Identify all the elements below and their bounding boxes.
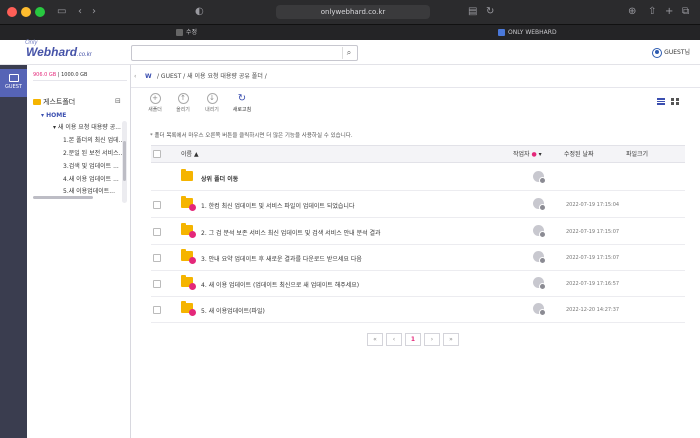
tab-favicon <box>176 29 183 36</box>
breadcrumb-path[interactable]: / GUEST / 새 이용 요청 대용량 공유 폴더 / <box>157 65 267 88</box>
new-tab-icon[interactable]: + <box>665 4 673 20</box>
reload-icon[interactable]: ↻ <box>486 4 494 20</box>
breadcrumb: ‹ W / GUEST / 새 이용 요청 대용량 공유 폴더 / <box>131 65 700 88</box>
tab-favicon <box>498 29 505 36</box>
search-input[interactable] <box>131 45 358 61</box>
search-icon[interactable]: ⌕ <box>342 47 355 59</box>
last-page-button[interactable]: » <box>443 333 459 346</box>
tree-item[interactable]: ▾ 새 이용 요청 대용량 공... <box>53 123 121 132</box>
tab-only-webhard[interactable]: ONLY WEBHARD <box>498 25 557 41</box>
address-bar[interactable]: onlywebhard.co.kr <box>276 5 430 19</box>
owner-avatar-icon <box>533 225 546 238</box>
download-button[interactable]: ↓ 내리기 <box>200 93 224 113</box>
refresh-button[interactable]: ↻ 새로고침 <box>230 93 254 113</box>
tree-item[interactable]: 3.검색 및 업데이트 ... <box>63 162 119 171</box>
quota-used: 906.0 GB <box>33 72 57 78</box>
avatar <box>652 47 663 58</box>
prev-page-button[interactable]: ‹ <box>386 333 402 346</box>
first-page-button[interactable]: « <box>367 333 383 346</box>
refresh-icon: ↻ <box>237 93 247 104</box>
row-checkbox[interactable] <box>153 228 161 236</box>
sidebar-vertical-scrollbar[interactable] <box>122 121 127 203</box>
upload-icon: ↑ <box>177 93 189 104</box>
download-icon[interactable]: ⊕ <box>628 4 636 20</box>
share-icon[interactable]: ⇧ <box>648 4 656 20</box>
forward-arrow-icon[interactable]: › <box>92 4 96 20</box>
shield-icon[interactable]: ◐ <box>195 4 204 20</box>
back-arrow-icon[interactable]: ‹ <box>78 4 82 20</box>
sidebar-horizontal-scrollbar[interactable] <box>33 196 93 199</box>
page-1-button[interactable]: 1 <box>405 333 421 346</box>
main-content: ‹ W / GUEST / 새 이용 요청 대용량 공유 폴더 / + 새폴더 … <box>131 65 700 438</box>
tree-item[interactable]: 2.문일 된 보전 서비스... <box>63 149 124 158</box>
tab-bar: 수정 ONLY WEBHARD <box>0 24 700 40</box>
quota-display: 906.0 GB | 1000.0 GB <box>33 69 127 81</box>
row-checkbox[interactable] <box>153 201 161 209</box>
owner-avatar-icon <box>533 277 546 290</box>
collapse-icon[interactable]: ⊟ <box>115 97 121 105</box>
list-view-icon[interactable] <box>657 98 665 105</box>
tree-item-home[interactable]: ▾ HOME <box>41 111 66 120</box>
table-row[interactable]: 3. 안내 요약 업데이트 후 새로운 결과를 다운로드 받으세요 다음 202… <box>151 245 685 271</box>
tab-overview-icon[interactable]: ⧉ <box>682 4 689 20</box>
owner-avatar-icon <box>533 198 546 211</box>
upload-button[interactable]: ↑ 올리기 <box>171 93 195 113</box>
select-all-checkbox[interactable] <box>153 150 161 158</box>
row-checkbox[interactable] <box>153 280 161 288</box>
lock-badge-icon <box>189 204 196 211</box>
close-window-button[interactable] <box>7 7 17 17</box>
file-table-header: 이름 ▲ 작업자 ● ▾ 수정된 날짜 파일크기 <box>151 145 685 163</box>
tree-item[interactable]: 4.새 이용 업데이트 ... <box>63 175 119 184</box>
folder-icon <box>33 99 41 105</box>
col-size[interactable]: 파일크기 <box>626 146 648 163</box>
grid-view-icon[interactable] <box>671 98 679 105</box>
folder-icon <box>181 169 193 181</box>
owner-avatar-icon <box>533 251 546 264</box>
col-owner[interactable]: 작업자 ● ▾ <box>513 146 542 163</box>
context-menu-notice: * 폴더 목록에서 마우스 오른쪽 버튼을 클릭하시면 더 많은 기능을 사용하… <box>150 133 353 139</box>
new-folder-button[interactable]: + 새폴더 <box>143 93 167 113</box>
zoom-window-button[interactable] <box>35 7 45 17</box>
browser-toolbar: ▭ ‹ › ◐ onlywebhard.co.kr ▤ ↻ ⊕ ⇧ + ⧉ <box>0 0 700 24</box>
download-icon: ↓ <box>206 93 218 104</box>
tab-edit[interactable]: 수정 <box>176 25 197 41</box>
col-date[interactable]: 수정된 날짜 <box>564 146 594 163</box>
row-checkbox[interactable] <box>153 254 161 262</box>
table-row[interactable]: 4. 새 이용 업데이트 (업데이트 최신으로 새 업데이트 해주세요) 202… <box>151 271 685 297</box>
collapse-sidebar-icon[interactable]: ‹ <box>134 65 136 88</box>
col-name[interactable]: 이름 ▲ <box>181 146 199 163</box>
user-menu[interactable]: GUEST님 <box>652 46 690 60</box>
rail-guest-button[interactable]: GUEST <box>0 69 27 97</box>
lock-badge-icon <box>189 257 196 264</box>
table-row[interactable]: 1. 한컴 최신 업데이트 및 서비스 파일이 업데이트 되었습니다 2022-… <box>151 192 685 218</box>
table-row-parent[interactable]: 상위 폴더 이동 <box>151 165 685 191</box>
browser-window: ▭ ‹ › ◐ onlywebhard.co.kr ▤ ↻ ⊕ ⇧ + ⧉ 수정… <box>0 0 700 438</box>
folder-sidebar: 906.0 GB | 1000.0 GB 게스트폴더 ⊟ ▾ HOME ▾ 새 … <box>27 65 131 438</box>
lock-badge-icon <box>189 231 196 238</box>
help-icon[interactable]: ● <box>531 151 536 158</box>
table-row[interactable]: 2. 그 검 분석 보존 서비스 최신 업데이트 및 검색 서비스 안내 분석 … <box>151 219 685 245</box>
tree-item[interactable]: 5.새 이용업데이트... <box>63 187 115 196</box>
folder-header[interactable]: 게스트폴더 <box>33 97 75 107</box>
folder-monitor-icon <box>8 74 19 82</box>
sidebar-toggle-icon[interactable]: ▭ <box>57 4 66 20</box>
quota-total: 1000.0 GB <box>61 72 88 78</box>
logo[interactable]: Only Webhard.co.kr <box>25 40 92 59</box>
tree-item[interactable]: 1.본 폴더의 최신 업데... <box>63 136 124 145</box>
next-page-button[interactable]: › <box>424 333 440 346</box>
owner-avatar-icon <box>533 303 546 316</box>
reader-icon[interactable]: ▤ <box>468 4 477 20</box>
left-rail: GUEST <box>0 65 27 438</box>
home-w-icon[interactable]: W <box>145 65 152 88</box>
owner-avatar-icon <box>533 171 546 184</box>
table-row[interactable]: 5. 새 이용업데이트(파일) 2022-12-20 14:27:37 <box>151 297 685 323</box>
row-checkbox[interactable] <box>153 306 161 314</box>
action-toolbar: + 새폴더 ↑ 올리기 ↓ 내리기 ↻ 새로고침 <box>131 88 700 121</box>
lock-badge-icon <box>189 283 196 290</box>
plus-icon: + <box>149 93 161 104</box>
lock-badge-icon <box>189 309 196 316</box>
minimize-window-button[interactable] <box>21 7 31 17</box>
